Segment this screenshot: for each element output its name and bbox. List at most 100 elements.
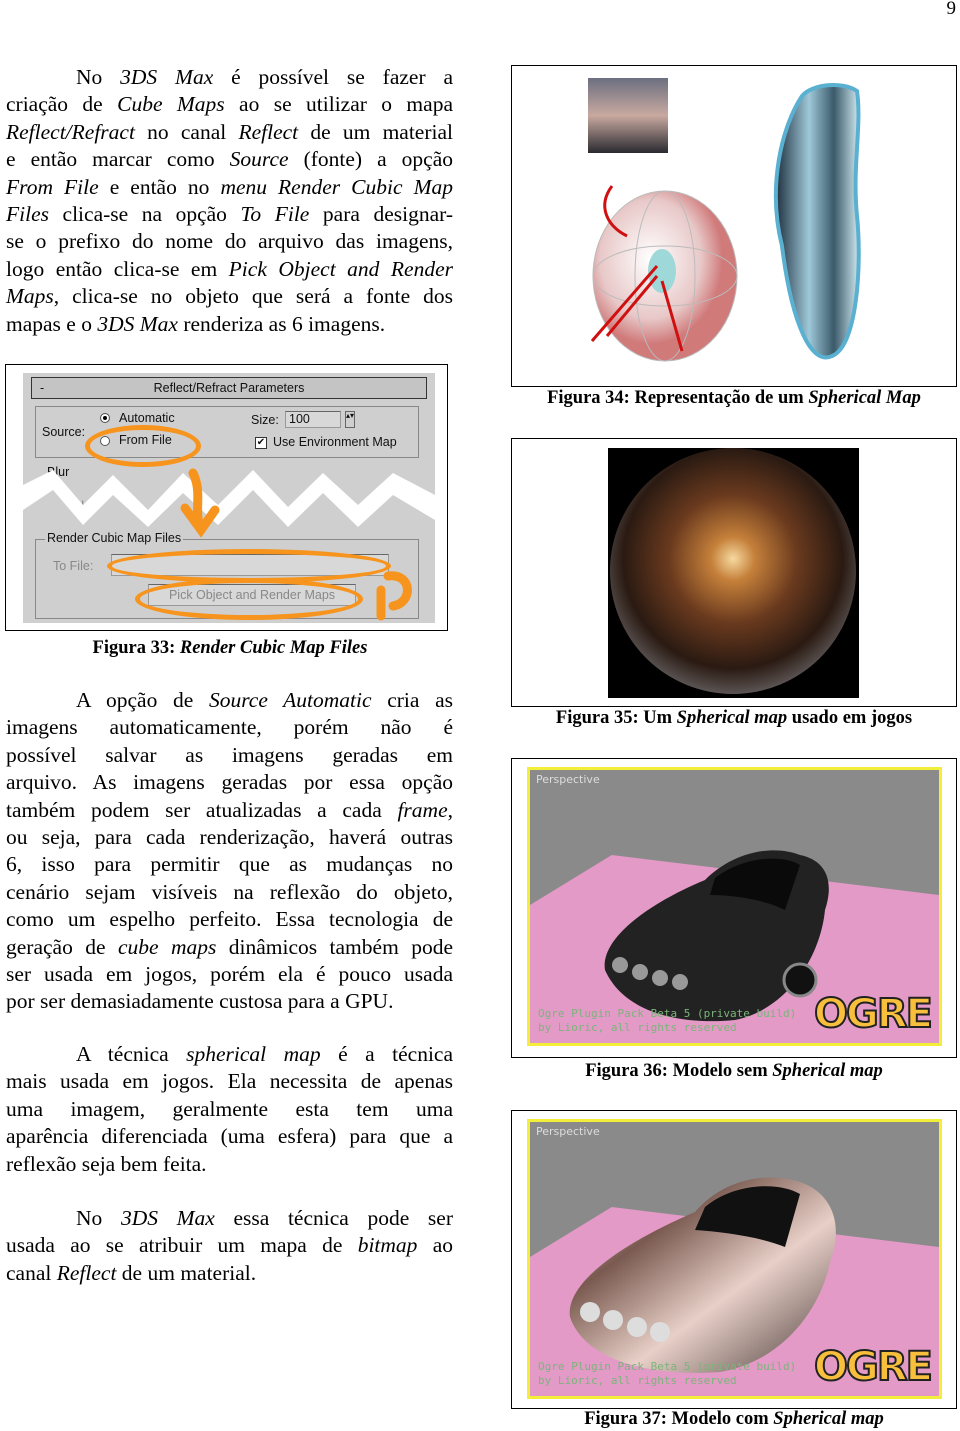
text-line: possível salvar as imagens geradas em [6,742,453,769]
text-segment: No [76,65,121,89]
source-label: Source: [42,425,86,439]
text-segment: logo então clica-se em [6,256,229,281]
radio-automatic[interactable] [100,413,110,423]
text-line: geração de cube maps dinâmicos também po… [6,934,453,961]
figure-33-caption: Figura 33: Render Cubic Map Files [92,638,368,658]
text-line: imagens automaticamente, porém não é [6,714,453,741]
italic-term: spherical map [186,1042,321,1066]
reflect-refract-panel: - Reflect/Refract Parameters Source: Aut… [23,373,435,623]
text-segment: no canal [134,119,239,144]
figure-35-image [511,438,957,707]
figure-34-image [511,65,957,387]
text-segment: ser usada em jogos, porém ela é pouco us… [6,961,453,986]
text-line: cenário sejam visíveis na reflexão do ob… [6,879,453,906]
text-segment: ao se utilizar o mapa [224,92,453,117]
viewport-label: Perspective [536,1125,600,1138]
size-label: Size: [251,413,279,427]
text-segment: por ser demasiadamente custosa para a GP… [6,989,394,1014]
text-segment: possível salvar as imagens geradas em [6,742,453,767]
figure-36-caption: Figura 36: Modelo sem Spherical map [585,1061,883,1081]
text-line: ou seja, para cada renderização, haverá … [6,824,453,851]
viewport-label: Perspective [536,773,600,786]
text-line: aparência diferenciada (uma esfera) para… [6,1123,453,1150]
italic-term: To File [240,201,310,226]
italic-term: bitmap [357,1233,418,1258]
text-segment: aparência diferenciada (uma esfera) para… [6,1124,453,1149]
italic-term: frame [397,797,448,822]
text-segment: é a técnica [320,1042,454,1066]
text-segment: 6, isso para permitir que as mudanças no [6,852,453,877]
text-segment: para designar- [309,201,454,226]
ogre-logo: OGRE [813,1343,934,1391]
text-segment: usada ao se atribuir um mapa de [6,1233,358,1258]
text-line: No 3DS Max é possível se fazer a [6,64,453,91]
italic-term: Source [229,147,289,172]
text-segment: No [76,1206,121,1230]
text-segment: como um espelho perfeito. Essa tecnologi… [6,907,453,932]
italic-term: Reflect/Refract [6,119,135,144]
italic-term: 3DS Max [120,1206,215,1230]
text-line: arquivo. As imagens geradas por essa opç… [6,769,453,796]
text-segment: arquivo. As imagens geradas por essa opç… [6,770,453,795]
text-line: A opção de Source Automatic cria as [6,687,453,714]
paragraph-spherical-map: A técnica spherical map é a técnica mais … [6,1041,453,1178]
text-segment: se o prefixo do nome do arquivo das imag… [6,229,453,254]
text-line: também podem ser atualizadas a cada fram… [6,797,453,824]
use-environment-map-label: Use Environment Map [273,435,397,449]
text-line: reflexão seja bem feita. [6,1151,453,1178]
italic-term: Cube Maps [117,92,225,117]
text-segment: mapas e o [6,311,98,336]
figure-37-caption: Figura 37: Modelo com Spherical map [584,1409,884,1429]
text-segment: mais usada em jogos. Ela necessita de ap… [6,1069,453,1094]
plugin-credit: Ogre Plugin Pack Beta 5 (private build) b… [538,1007,797,1034]
text-segment: (fonte) a opção [288,147,453,172]
torn-edge-separator [23,470,435,527]
use-environment-map-checkbox[interactable]: ✔ [255,437,267,449]
italic-term: From File [6,174,99,199]
render-cubic-map-label: Render Cubic Map Files [45,531,184,545]
text-segment: ao [417,1233,454,1258]
italic-term: Pick Object and Render [228,256,453,281]
text-segment: uma imagem, geralmente esta tem uma [6,1096,453,1121]
spherical-map-illustration [588,78,861,362]
rollout-toggle[interactable]: - [40,378,44,398]
text-segment: renderiza as 6 imagens. [177,311,386,336]
arrow-down-icon [180,468,220,538]
text-segment: imagens automaticamente, porém não é [6,715,453,740]
text-line: Reflect/Refract no canal Reflect de um m… [6,119,453,146]
text-line: uma imagem, geralmente esta tem uma [6,1096,453,1123]
figure-35-caption: Figura 35: Um Spherical map usado em jog… [555,708,913,728]
text-line: usada ao se atribuir um mapa de bitmap a… [6,1232,453,1259]
italic-term: cube maps [117,934,217,959]
text-segment: geração de [6,934,118,959]
size-input[interactable]: 100 [285,411,341,428]
text-segment: canal [6,1260,57,1285]
figure-36-image: Perspective Ogre Plugin Pack Beta 5 (pri… [511,758,957,1058]
text-line: mapas e o 3DS Max renderiza as 6 imagens… [6,311,453,338]
ogre-viewport-chrome-car: Perspective Ogre Plugin Pack Beta 5 (pri… [527,1119,942,1399]
figure-33-image: - Reflect/Refract Parameters Source: Aut… [5,364,448,631]
text-line: A técnica spherical map é a técnica [6,1041,453,1068]
text-line: como um espelho perfeito. Essa tecnologi… [6,906,453,933]
italic-term: Maps [6,284,54,309]
text-segment: e então marcar como [6,147,230,172]
rollout-title: Reflect/Refract Parameters [153,381,305,395]
text-line: 6, isso para permitir que as mudanças no [6,851,453,878]
italic-term: menu Render Cubic Map [220,174,453,199]
radio-automatic-label: Automatic [119,411,175,425]
arrow-return-icon [376,571,412,621]
text-line: Maps, clica-se no objeto que será a font… [6,283,453,310]
text-line: e então marcar como Source (fonte) a opç… [6,146,453,173]
plugin-credit: Ogre Plugin Pack Beta 5 (private build) b… [538,1360,797,1387]
text-segment: , [447,797,453,822]
text-line: ser usada em jogos, porém ela é pouco us… [6,961,453,988]
text-segment: de um material [298,119,453,144]
size-spinner[interactable]: ▴▾ [345,411,355,428]
text-line: por ser demasiadamente custosa para a GP… [6,988,453,1015]
text-line: Files clica-se na opção To File para des… [6,201,453,228]
text-segment: cria as [371,688,453,712]
italic-term: 3DS Max [97,311,178,336]
text-segment: é possível se fazer a [213,65,454,89]
rollout-header[interactable]: - Reflect/Refract Parameters [31,377,427,399]
figure-34-caption: Figura 34: Representação de um Spherical… [547,388,921,408]
